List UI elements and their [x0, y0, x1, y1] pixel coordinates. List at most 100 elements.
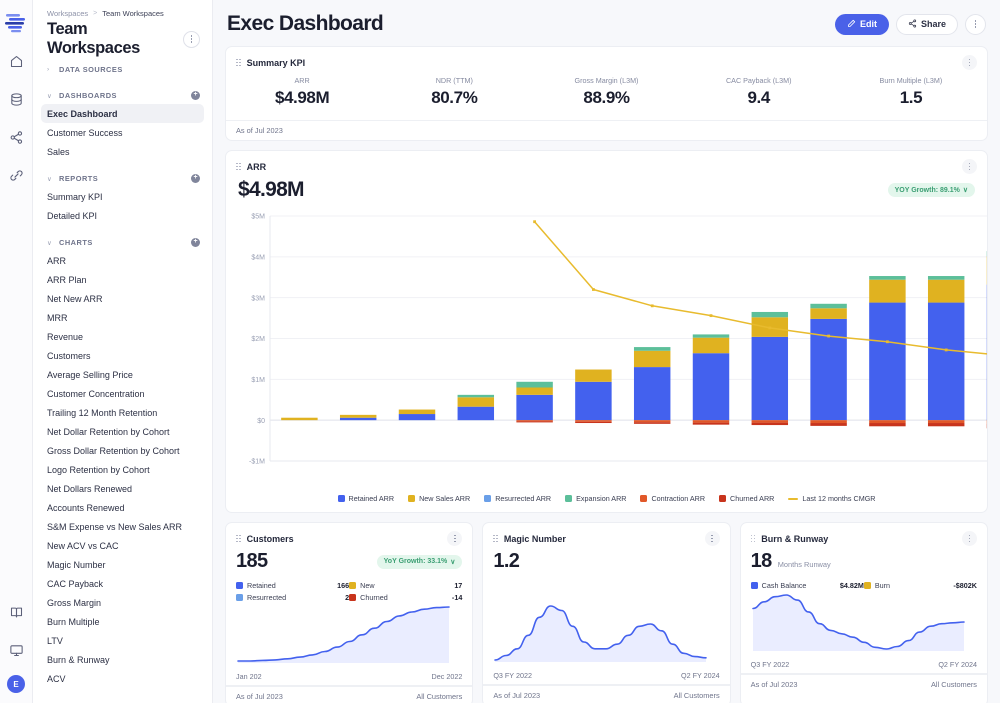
kpi-metric: ARR $4.98M [226, 76, 378, 108]
sidebar-item-customer-concentration[interactable]: Customer Concentration [33, 384, 212, 403]
customers-value: 185 [236, 550, 268, 573]
sidebar-item-ltv[interactable]: LTV [33, 631, 212, 650]
legend-swatch [719, 495, 726, 502]
kebab-icon [969, 163, 971, 171]
sidebar-section-reports[interactable]: ∨REPORTS+ [33, 167, 212, 187]
legend-item: Churned-14 [349, 591, 462, 603]
monitor-icon[interactable] [3, 637, 29, 663]
share-button[interactable]: Share [896, 14, 958, 35]
burn-runway-footer: As of Jul 2023 All Customers [741, 674, 987, 694]
sidebar-item-gross-dollar-retention-by-cohort[interactable]: Gross Dollar Retention by Cohort [33, 441, 212, 460]
sidebar-item-customer-success[interactable]: Customer Success [33, 123, 212, 142]
link-icon[interactable] [3, 162, 29, 188]
drag-handle-icon[interactable] [236, 59, 241, 67]
workspace-more-button[interactable] [183, 31, 200, 48]
database-icon[interactable] [3, 86, 29, 112]
drag-handle-icon[interactable] [751, 535, 756, 543]
sidebar-item-trailing-12-month-retention[interactable]: Trailing 12 Month Retention [33, 403, 212, 422]
sidebar-item-mrr[interactable]: MRR [33, 308, 212, 327]
edit-button-label: Edit [860, 19, 877, 29]
avatar[interactable]: E [7, 675, 25, 693]
add-dashboards-button[interactable]: + [191, 91, 200, 100]
customers-asof: As of Jul 2023 [236, 692, 283, 701]
customers-axis: Jan 202 Dec 2022 [226, 670, 472, 686]
sidebar-section-charts[interactable]: ∨CHARTS+ [33, 231, 212, 251]
sidebar-item-net-dollar-retention-by-cohort[interactable]: Net Dollar Retention by Cohort [33, 422, 212, 441]
breadcrumb-root[interactable]: Workspaces [47, 9, 88, 18]
legend-item: Last 12 months CMGR [788, 494, 875, 503]
book-icon[interactable] [3, 599, 29, 625]
sidebar-item-arr[interactable]: ARR [33, 251, 212, 270]
sidebar-item-accounts-renewed[interactable]: Accounts Renewed [33, 498, 212, 517]
customers-card-more-button[interactable] [447, 531, 462, 546]
customers-footer: As of Jul 2023 All Customers [226, 686, 472, 703]
sidebar-item-exec-dashboard[interactable]: Exec Dashboard [41, 104, 204, 123]
legend-label: Churned ARR [730, 494, 774, 503]
sidebar-item-customers[interactable]: Customers [33, 346, 212, 365]
customers-sparkline[interactable] [236, 603, 451, 665]
sidebar-item-burn-multiple[interactable]: Burn Multiple [33, 612, 212, 631]
sidebar-item-s-m-expense-vs-new-sales-arr[interactable]: S&M Expense vs New Sales ARR [33, 517, 212, 536]
magic-number-sparkline[interactable] [493, 602, 708, 664]
sidebar-item-new-acv-vs-cac[interactable]: New ACV vs CAC [33, 536, 212, 555]
magic-number-card: Magic Number 1.2 Q3 FY 2022 Q2 FY 2024 [482, 522, 730, 703]
customers-legend: Retained166New17Resurrected2Churned-14 [226, 575, 472, 603]
breadcrumb-current[interactable]: Team Workspaces [102, 9, 164, 18]
magic-number-card-more-button[interactable] [705, 531, 720, 546]
sidebar-item-net-dollars-renewed[interactable]: Net Dollars Renewed [33, 479, 212, 498]
sidebar-item-gross-margin[interactable]: Gross Margin [33, 593, 212, 612]
kpi-metric: CAC Payback (L3M)9.4 [683, 76, 835, 108]
legend-label: New [360, 581, 450, 590]
sidebar-item-detailed-kpi[interactable]: Detailed KPI [33, 206, 212, 225]
magic-number-legend-spacer [483, 575, 729, 602]
legend-item: Expansion ARR [565, 494, 626, 503]
arr-card-more-button[interactable] [962, 159, 977, 174]
burn-runway-card-more-button[interactable] [962, 531, 977, 546]
sidebar-item-summary-kpi[interactable]: Summary KPI [33, 187, 212, 206]
add-charts-button[interactable]: + [191, 238, 200, 247]
sidebar-section-data_sources[interactable]: ›DATA SOURCES [33, 58, 212, 78]
sidebar-item-arr-plan[interactable]: ARR Plan [33, 270, 212, 289]
sidebar-item-cac-payback[interactable]: CAC Payback [33, 574, 212, 593]
drag-handle-icon[interactable] [236, 535, 241, 543]
sidebar-item-magic-number[interactable]: Magic Number [33, 555, 212, 574]
customers-growth-badge[interactable]: YoY Growth: 33.1% ∨ [377, 555, 463, 569]
summary-kpi-more-button[interactable] [962, 55, 977, 70]
logo-bars-icon[interactable] [4, 12, 28, 34]
workspace-title: Team Workspaces [47, 20, 183, 58]
share-icon [908, 19, 917, 30]
sidebar-section-dashboards[interactable]: ∨DASHBOARDS+ [33, 84, 212, 104]
sidebar-sections: ›DATA SOURCES∨DASHBOARDS+Exec DashboardC… [33, 58, 212, 694]
add-reports-button[interactable]: + [191, 174, 200, 183]
sidebar-item-net-new-arr[interactable]: Net New ARR [33, 289, 212, 308]
chevron-down-icon: ∨ [450, 558, 455, 566]
drag-handle-icon[interactable] [493, 535, 498, 543]
sidebar-item-logo-retention-by-cohort[interactable]: Logo Retention by Cohort [33, 460, 212, 479]
home-icon[interactable] [3, 48, 29, 74]
legend-item: Retained ARR [338, 494, 395, 503]
arr-stacked-bar-chart[interactable]: $5M$4M$3M$2M$1M$0-$1M25%20%15%10%5%0%-5% [234, 208, 988, 483]
sidebar-item-revenue[interactable]: Revenue [33, 327, 212, 346]
sidebar-item-burn-runway[interactable]: Burn & Runway [33, 650, 212, 669]
magic-number-asof: As of Jul 2023 [493, 691, 540, 700]
kpi-label: ARR [226, 76, 378, 85]
burn-runway-card-title: Burn & Runway [761, 534, 828, 544]
sidebar-item-sales[interactable]: Sales [33, 142, 212, 161]
kpi-value: $4.98M [226, 88, 378, 108]
edit-button[interactable]: Edit [835, 14, 889, 35]
burn-runway-sparkline[interactable] [751, 591, 966, 653]
sidebar-section-label: DATA SOURCES [59, 65, 123, 74]
burn-runway-sparkline-wrap [741, 591, 987, 658]
app-root: E Workspaces > Team Workspaces Team Work… [0, 0, 1000, 703]
summary-kpi-header: Summary KPI [226, 47, 987, 74]
sidebar-item-average-selling-price[interactable]: Average Selling Price [33, 365, 212, 384]
burn-runway-value-suffix: Months Runway [778, 560, 831, 569]
share-nodes-icon[interactable] [3, 124, 29, 150]
page-more-button[interactable] [965, 14, 986, 35]
kpi-label: Burn Multiple (L3M) [835, 76, 987, 85]
sidebar-item-acv[interactable]: ACV [33, 669, 212, 688]
kpi-metric: Gross Margin (L3M)88.9% [530, 76, 682, 108]
drag-handle-icon[interactable] [236, 163, 241, 171]
burn-runway-card: Burn & Runway 18 Months Runway Cash Bala… [740, 522, 988, 703]
arr-growth-badge[interactable]: YOY Growth: 89.1% ∨ [888, 183, 975, 197]
